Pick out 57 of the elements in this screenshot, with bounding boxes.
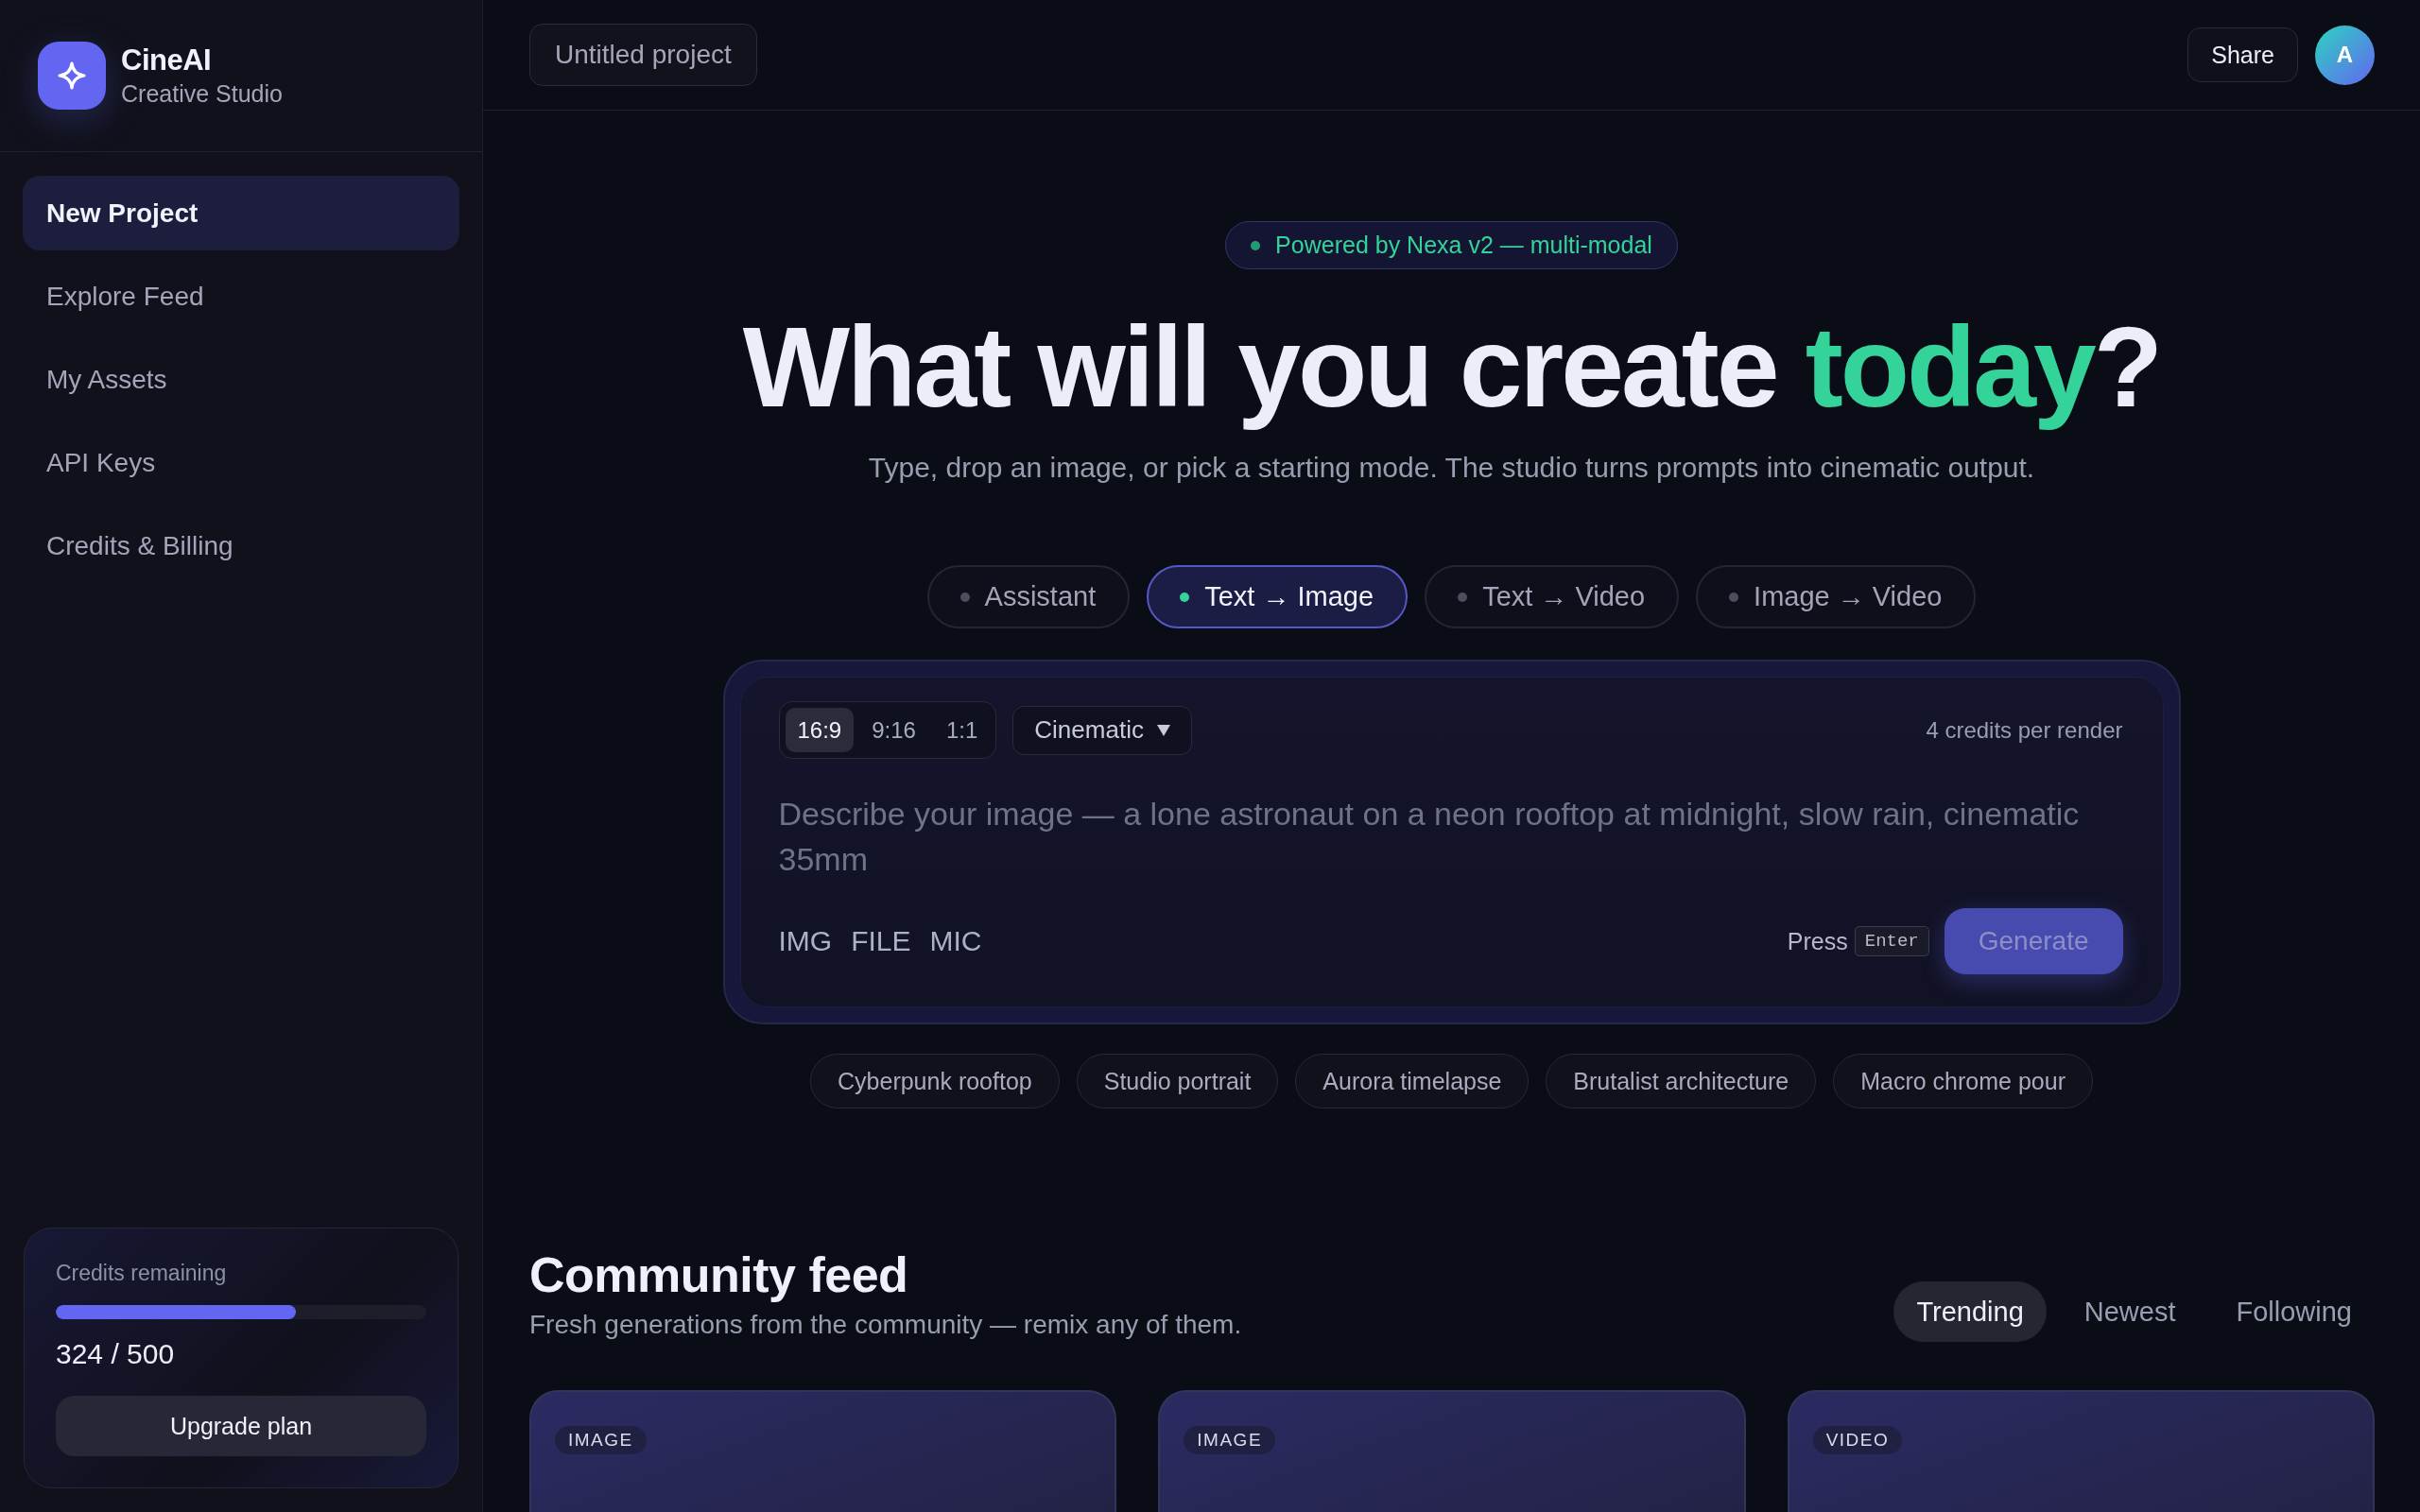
headline: What will you create today?: [742, 304, 2161, 429]
brand-tagline: Creative Studio: [121, 78, 283, 109]
feed-title: Community feed: [529, 1246, 909, 1304]
nav-item[interactable]: Explore Feed: [23, 259, 459, 334]
suggestion-chip[interactable]: Brutalist architecture: [1546, 1054, 1817, 1108]
sparkle-logo-icon: [38, 42, 106, 110]
dot-icon: [1180, 592, 1190, 602]
credits-reading: 324 / 500: [56, 1337, 175, 1371]
mode-label: Assistant: [984, 581, 1097, 612]
suggestion-chip[interactable]: Aurora timelapse: [1295, 1054, 1530, 1108]
media-type-tag: IMAGE: [555, 1426, 647, 1454]
suggestion-chip[interactable]: Cyberpunk rooftop: [810, 1054, 1060, 1108]
project-name-button[interactable]: Untitled project: [529, 24, 757, 86]
attachment-button[interactable]: IMG: [778, 925, 833, 957]
hint-text: Press: [1787, 927, 1848, 955]
prompt-field[interactable]: Describe your image — a lone astronaut on a neon rooftop at midnight, slow rain, cinematic 35mm: [778, 791, 2123, 882]
nav-item[interactable]: API Keys: [23, 425, 459, 500]
dot-icon: [1458, 592, 1468, 602]
key-hint: Enter: [1854, 926, 1929, 956]
feed-card[interactable]: VIDEO: [1787, 1390, 2375, 1512]
mode-tab[interactable]: Assistant: [926, 565, 1131, 628]
media-type-tag: VIDEO: [1812, 1426, 1903, 1454]
dot-icon: [1729, 592, 1739, 602]
attachment-button[interactable]: MIC: [929, 925, 982, 957]
upgrade-button[interactable]: Upgrade plan: [56, 1396, 426, 1456]
suggestion-chip[interactable]: Studio portrait: [1076, 1054, 1279, 1108]
credit-cost-text: 4 credits per render: [1926, 716, 2123, 744]
nav-item[interactable]: New Project: [23, 176, 459, 250]
feed-tab[interactable]: Trending: [1893, 1281, 2047, 1342]
nav-item[interactable]: Credits & Billing: [23, 508, 459, 583]
dot-icon: [959, 592, 970, 602]
caret-icon: [1156, 724, 1170, 736]
mode-tab[interactable]: Image → Video: [1696, 565, 1977, 628]
mode-tab[interactable]: Text → Video: [1425, 565, 1680, 628]
suggestion-chip[interactable]: Macro chrome pour: [1833, 1054, 2093, 1108]
feed-tab[interactable]: Newest: [2061, 1281, 2199, 1342]
mode-label: Image → Video: [1754, 581, 1943, 612]
mode-tab[interactable]: Text → Image: [1147, 565, 1409, 628]
hero-subtitle: Type, drop an image, or pick a starting mode. The studio turns prompts into cinematic output.: [868, 451, 2035, 485]
aspect-ratio-option[interactable]: 1:1: [933, 708, 991, 752]
mode-label: Text → Video: [1482, 581, 1646, 612]
brand-name: CineAI: [121, 42, 213, 77]
dot-icon: [1251, 240, 1261, 250]
aspect-ratio-option[interactable]: 16:9: [785, 708, 855, 752]
feed-tab[interactable]: Following: [2213, 1281, 2375, 1342]
aspect-ratio-option[interactable]: 9:16: [859, 708, 928, 752]
nav-item[interactable]: My Assets: [23, 342, 459, 417]
feed-subtitle: Fresh generations from the community — remix any of them.: [529, 1309, 1242, 1341]
attachment-button[interactable]: FILE: [851, 925, 911, 957]
feed-card[interactable]: IMAGE: [1158, 1390, 1746, 1512]
share-button[interactable]: Share: [2187, 27, 2298, 82]
mode-label: Text → Image: [1204, 581, 1374, 612]
feed-card[interactable]: IMAGE: [529, 1390, 1117, 1512]
style-dropdown[interactable]: Cinematic: [1012, 705, 1192, 755]
badge-text: Powered by Nexa v2 — multi-modal: [1275, 232, 1652, 259]
credits-label: Credits remaining: [56, 1260, 227, 1287]
media-type-tag: IMAGE: [1184, 1426, 1276, 1454]
